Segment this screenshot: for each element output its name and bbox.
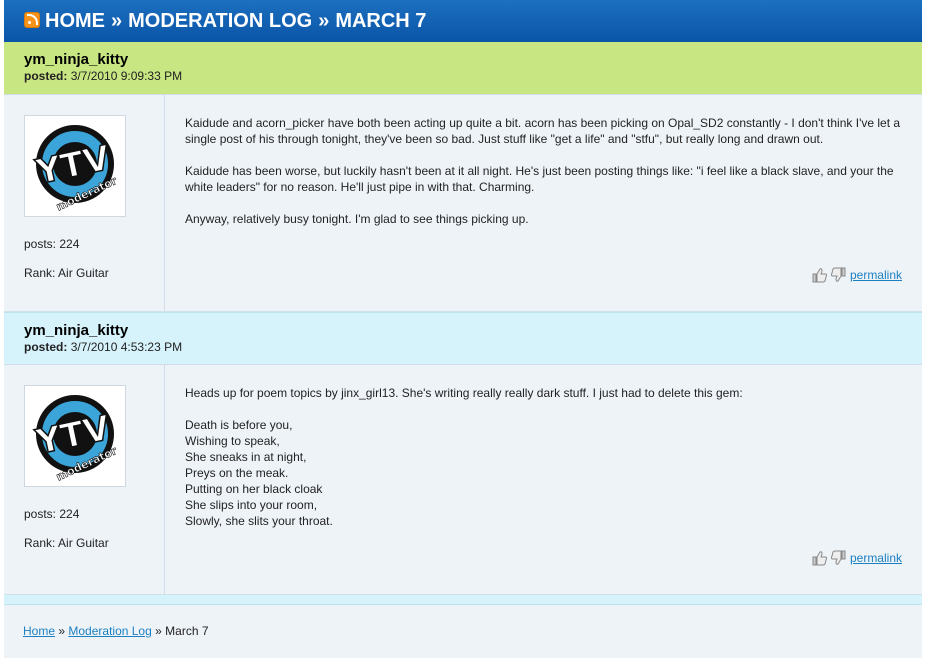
- user-rank: Rank: Air Guitar: [24, 536, 109, 550]
- post-header: ym_ninja_kitty posted: 3/7/2010 9:09:33 …: [4, 42, 922, 95]
- poem-line: Wishing to speak,: [185, 434, 280, 448]
- post-date: posted: 3/7/2010 4:53:23 PM: [24, 340, 922, 354]
- header-current: MARCH 7: [335, 9, 427, 32]
- poem-line: Preys on the meak.: [185, 466, 289, 480]
- thumbs-up-icon[interactable]: [812, 550, 828, 566]
- poem-line: Putting on her black cloak: [185, 482, 323, 496]
- page-header: HOME » MODERATION LOG » MARCH 7: [4, 0, 922, 42]
- post-actions: permalink: [812, 267, 902, 283]
- thumbs-down-icon[interactable]: [830, 550, 846, 566]
- post-author-sidebar: YTV moderator posts: 224 Rank: Air Guita…: [4, 95, 165, 311]
- poem: Death is before you, Wishing to speak, S…: [185, 417, 902, 529]
- rss-icon[interactable]: [24, 12, 40, 28]
- poem-line: She slips into your room,: [185, 498, 318, 512]
- thumbs-down-icon[interactable]: [830, 267, 846, 283]
- posts-count: posts: 224: [24, 507, 80, 521]
- post-author: ym_ninja_kitty: [24, 322, 129, 339]
- page-content: ym_ninja_kitty posted: 3/7/2010 9:09:33 …: [4, 42, 922, 658]
- posted-label: posted:: [24, 340, 68, 354]
- posted-value: 3/7/2010 9:09:33 PM: [70, 69, 183, 83]
- header-separator: »: [318, 9, 330, 32]
- post-actions: permalink: [812, 550, 902, 566]
- permalink-link[interactable]: permalink: [850, 267, 902, 283]
- breadcrumb: Home » Moderation Log » March 7: [23, 624, 209, 638]
- post-date: posted: 3/7/2010 9:09:33 PM: [24, 69, 922, 83]
- post-header: ym_ninja_kitty posted: 3/7/2010 4:53:23 …: [4, 312, 922, 365]
- breadcrumb-separator: »: [155, 624, 162, 638]
- post-paragraph: Kaidude and acorn_picker have both been …: [185, 116, 901, 146]
- breadcrumb-home-link[interactable]: Home: [23, 624, 55, 638]
- header-section-link[interactable]: MODERATION LOG: [128, 10, 312, 33]
- post-content: Kaidude and acorn_picker have both been …: [165, 95, 922, 311]
- header-home-link[interactable]: HOME: [45, 10, 105, 33]
- breadcrumb-section-link[interactable]: Moderation Log: [68, 624, 151, 638]
- breadcrumb-current: March 7: [165, 624, 209, 638]
- posted-label: posted:: [24, 69, 68, 83]
- post-author-sidebar: YTV moderator posts: 224 Rank: Air Guita…: [4, 365, 165, 594]
- header-separator: »: [111, 9, 123, 32]
- breadcrumb-separator: »: [58, 624, 66, 638]
- post-paragraph: Heads up for poem topics by jinx_girl13.…: [185, 386, 743, 400]
- permalink-link[interactable]: permalink: [850, 550, 902, 566]
- posted-value: 3/7/2010 4:53:23 PM: [70, 340, 183, 354]
- ytv-moderator-logo: YTV moderator: [31, 395, 120, 483]
- post-footer-bar: [4, 595, 922, 605]
- poem-line: She sneaks in at night,: [185, 450, 307, 464]
- avatar: YTV moderator: [24, 115, 126, 217]
- poem-line: Death is before you,: [185, 418, 293, 432]
- poem-line: Slowly, she slits your throat.: [185, 514, 333, 528]
- posts-count: posts: 224: [24, 237, 80, 251]
- post-paragraph: Anyway, relatively busy tonight. I'm gla…: [185, 212, 529, 226]
- avatar: YTV moderator: [24, 385, 126, 487]
- ytv-moderator-logo: YTV moderator: [31, 125, 120, 213]
- post-author: ym_ninja_kitty: [24, 51, 129, 68]
- post-body: YTV moderator posts: 224 Rank: Air Guita…: [4, 365, 922, 595]
- thumbs-up-icon[interactable]: [812, 267, 828, 283]
- post-content: Heads up for poem topics by jinx_girl13.…: [165, 365, 922, 594]
- post-paragraph: Kaidude has been worse, but luckily hasn…: [185, 164, 894, 194]
- post-body: YTV moderator posts: 224 Rank: Air Guita…: [4, 95, 922, 312]
- user-rank: Rank: Air Guitar: [24, 266, 109, 280]
